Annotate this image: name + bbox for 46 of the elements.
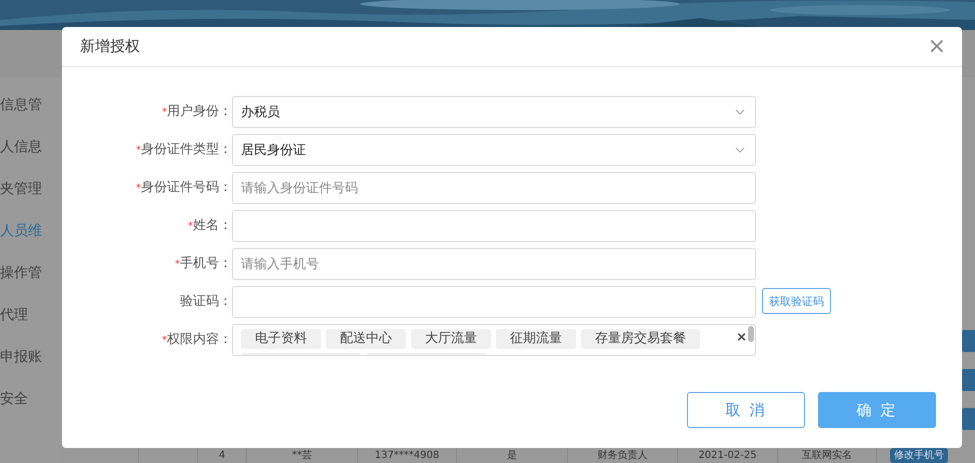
tag: 大厅流量 [411, 329, 491, 349]
tag: 存量房交易套餐 [581, 329, 700, 349]
select-field[interactable]: 办税员 [232, 96, 756, 128]
field-label: 身份证件类型： [141, 142, 232, 157]
sidebar-item[interactable]: 安全 [0, 389, 62, 409]
edit-phone-button[interactable]: 修改手机号 [890, 448, 948, 463]
sidebar-item[interactable]: 代理 [0, 305, 62, 325]
dialog-title: 新增授权 [80, 37, 140, 56]
field-label: 验证码： [180, 294, 232, 309]
input-field[interactable]: 请输入身份证件号码 [232, 172, 756, 204]
sidebar-item[interactable]: 信息管 [0, 95, 62, 115]
tag-select-field[interactable]: 电子资料 配送中心 大厅流量 征期流量 存量房交易套餐 × [232, 324, 756, 356]
tag: 征期流量 [496, 329, 576, 349]
row-button[interactable] [961, 369, 975, 391]
required-mark: * [136, 145, 141, 156]
get-code-button[interactable]: 获取验证码 [762, 288, 831, 314]
sidebar-item[interactable]: 人信息 [0, 137, 62, 157]
sidebar-item[interactable]: 操作管 [0, 263, 62, 283]
required-mark: * [188, 221, 193, 232]
required-mark: * [162, 107, 167, 118]
confirm-button[interactable]: 确 定 [818, 392, 936, 428]
input-field[interactable]: 请输入手机号 [232, 248, 756, 280]
field-label: 用户身份： [167, 104, 232, 119]
chevron-down-icon [735, 109, 745, 115]
required-mark: * [136, 183, 141, 194]
clear-button[interactable]: × [736, 330, 747, 346]
required-mark: * [175, 259, 180, 270]
input-field[interactable] [232, 286, 756, 318]
close-button[interactable]: × [924, 36, 950, 58]
field-label: 权限内容： [167, 332, 232, 347]
scrollbar[interactable] [748, 326, 754, 342]
select-field[interactable]: 居民身份证 [232, 134, 756, 166]
field-label: 身份证件号码： [141, 180, 232, 195]
row-button[interactable] [961, 330, 975, 352]
sidebar-item[interactable]: 夹管理 [0, 179, 62, 199]
input-field[interactable] [232, 210, 756, 242]
field-label: 手机号： [180, 256, 232, 271]
tag: 电子资料 [241, 329, 321, 349]
sidebar-item[interactable]: 申报账 [0, 347, 62, 367]
cancel-button[interactable]: 取 消 [687, 392, 805, 428]
row-button[interactable] [961, 408, 975, 430]
chevron-down-icon [735, 147, 745, 153]
required-mark: * [162, 335, 167, 346]
tag: 配送中心 [326, 329, 406, 349]
field-label: 姓名： [193, 218, 232, 233]
sidebar-item[interactable]: 人员维 [0, 221, 62, 241]
